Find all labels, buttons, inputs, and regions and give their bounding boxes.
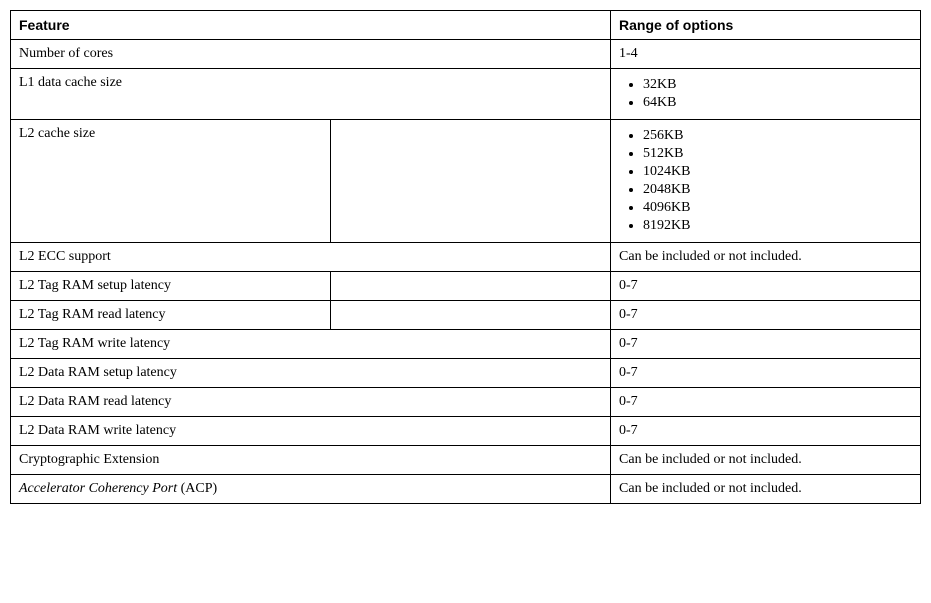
header-feature: Feature: [11, 11, 611, 40]
feature-text: L2 Tag RAM write latency: [19, 336, 170, 351]
feature-cell: L2 cache size: [11, 120, 331, 243]
feature-text: Cryptographic Extension: [19, 452, 159, 467]
table-row: L2 Data RAM setup latency 0-7: [11, 359, 921, 388]
feature-cell: L2 Tag RAM read latency: [11, 301, 331, 330]
options-text: 0-7: [619, 394, 638, 409]
feature-cell: L2 Tag RAM write latency: [11, 330, 611, 359]
feature-cell: L2 ECC support: [11, 243, 611, 272]
options-cell: 256KB 512KB 1024KB 2048KB 4096KB 8192KB: [611, 120, 921, 243]
feature-text: L2 Data RAM setup latency: [19, 365, 177, 380]
feature-cell: L2 Data RAM read latency: [11, 388, 611, 417]
options-text: 0-7: [619, 336, 638, 351]
feature-cell: Number of cores: [11, 40, 611, 69]
options-list-item: 64KB: [643, 95, 912, 111]
feature-mid-cell: [331, 301, 611, 330]
options-list-item: 8192KB: [643, 218, 912, 234]
options-cell: 0-7: [611, 359, 921, 388]
options-cell: Can be included or not included.: [611, 475, 921, 504]
table-row: L2 ECC support Can be included or not inc…: [11, 243, 921, 272]
feature-text: L2 Data RAM read latency: [19, 394, 171, 409]
options-text: Can be included or not included.: [619, 249, 802, 264]
options-text: Can be included or not included.: [619, 452, 802, 467]
options-text: 0-7: [619, 278, 638, 293]
feature-text: L1 data cache size: [19, 75, 122, 90]
options-cell: 0-7: [611, 272, 921, 301]
feature-text-suffix: (ACP): [177, 481, 217, 496]
feature-cell: L2 Data RAM setup latency: [11, 359, 611, 388]
table-row: L1 data cache size 32KB 64KB: [11, 69, 921, 120]
table-row: Accelerator Coherency Port (ACP) Can be i…: [11, 475, 921, 504]
options-cell: Can be included or not included.: [611, 446, 921, 475]
options-cell: 1-4: [611, 40, 921, 69]
table-row: Cryptographic Extension Can be included o…: [11, 446, 921, 475]
feature-cell: L2 Tag RAM setup latency: [11, 272, 331, 301]
options-cell: 32KB 64KB: [611, 69, 921, 120]
feature-mid-cell: [331, 272, 611, 301]
feature-text: L2 cache size: [19, 126, 95, 141]
feature-cell: Accelerator Coherency Port (ACP): [11, 475, 611, 504]
options-list-item: 1024KB: [643, 164, 912, 180]
options-text: 0-7: [619, 365, 638, 380]
table-row: L2 Data RAM write latency 0-7: [11, 417, 921, 446]
options-cell: 0-7: [611, 417, 921, 446]
feature-text: L2 Tag RAM read latency: [19, 307, 166, 322]
table-row: L2 Data RAM read latency 0-7: [11, 388, 921, 417]
options-list-item: 512KB: [643, 146, 912, 162]
table-body: Number of cores 1-4 L1 data cache size 32KB…: [11, 40, 921, 504]
options-list-item: 256KB: [643, 128, 912, 144]
feature-cell: Cryptographic Extension: [11, 446, 611, 475]
options-list: 256KB 512KB 1024KB 2048KB 4096KB 8192KB: [619, 128, 912, 234]
feature-text: Number of cores: [19, 46, 113, 61]
options-list: 32KB 64KB: [619, 77, 912, 111]
options-cell: 0-7: [611, 301, 921, 330]
options-text: Can be included or not included.: [619, 481, 802, 496]
table-header-row: Feature Range of options: [11, 11, 921, 40]
header-options: Range of options: [611, 11, 921, 40]
options-list-item: 2048KB: [643, 182, 912, 198]
feature-text: L2 Data RAM write latency: [19, 423, 176, 438]
table-row: L2 Tag RAM write latency 0-7: [11, 330, 921, 359]
feature-cell: L2 Data RAM write latency: [11, 417, 611, 446]
feature-options-table: Feature Range of options Number of cores…: [10, 10, 921, 504]
table-row: Number of cores 1-4: [11, 40, 921, 69]
options-text: 0-7: [619, 423, 638, 438]
options-text: 1-4: [619, 46, 638, 61]
feature-text: L2 ECC support: [19, 249, 111, 264]
feature-cell: L1 data cache size: [11, 69, 611, 120]
feature-mid-cell: [331, 120, 611, 243]
options-cell: 0-7: [611, 330, 921, 359]
feature-text: L2 Tag RAM setup latency: [19, 278, 171, 293]
table-row: L2 Tag RAM setup latency 0-7: [11, 272, 921, 301]
options-list-item: 4096KB: [643, 200, 912, 216]
options-cell: Can be included or not included.: [611, 243, 921, 272]
options-cell: 0-7: [611, 388, 921, 417]
options-text: 0-7: [619, 307, 638, 322]
table-row: L2 cache size 256KB 512KB 1024KB 2048KB 4096K…: [11, 120, 921, 243]
table-row: L2 Tag RAM read latency 0-7: [11, 301, 921, 330]
options-list-item: 32KB: [643, 77, 912, 93]
feature-text-italic: Accelerator Coherency Port: [19, 481, 177, 496]
